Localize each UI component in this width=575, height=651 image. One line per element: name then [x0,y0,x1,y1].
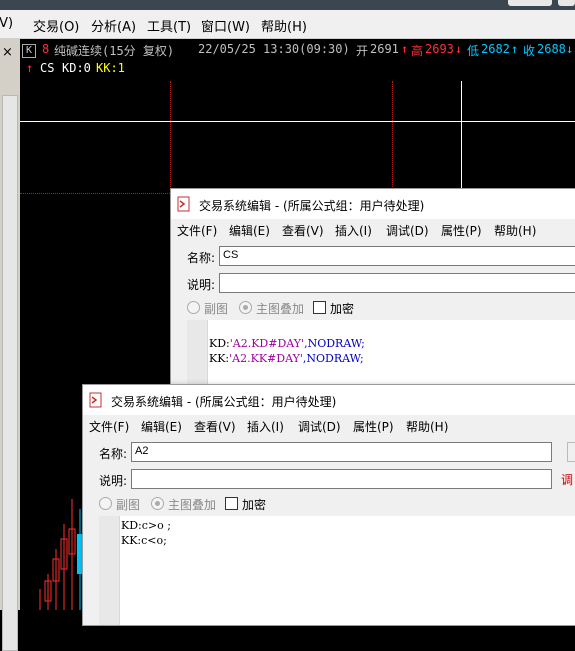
name-field[interactable]: A2 [131,442,552,462]
main-overlay-option[interactable]: 主图叠加 [239,300,304,317]
low-label: 低 [467,44,480,58]
radio-selected-icon [151,497,164,510]
indicator-name: CS [40,61,55,75]
menu-properties[interactable]: 属性(P) [441,222,482,239]
open-value: 2691 [370,42,399,56]
main-overlay-label: 主图叠加 [168,498,217,512]
up-arrow-icon: ↑ [401,42,409,56]
menu-insert[interactable]: 插入(I) [335,222,372,239]
close-label: 收 [523,44,536,58]
trading-system-editor-back: 交易系统编辑 - (所属公式组：用户待处理) 文件(F) 编辑(E) 查看(V)… [170,188,575,400]
radio-icon [99,497,112,510]
menu-help[interactable]: 帮助(H) [494,222,536,239]
menu-help[interactable]: 帮助(H) [261,16,307,35]
menu-analysis[interactable]: 分析(A) [91,16,136,35]
side-button[interactable] [567,442,575,462]
menu-debug[interactable]: 调试(D) [386,222,429,239]
chart-datetime: 22/05/25 13:30(09:30) [198,42,350,56]
menu-debug[interactable]: 调试(D) [298,418,341,435]
maximize-button[interactable] [558,0,575,6]
editor-gutter [99,516,120,625]
high-value: 2693 [425,42,454,56]
menu-properties[interactable]: 属性(P) [353,418,394,435]
indicator-kd: KD:0 [62,61,91,75]
up-arrow-icon: ↑ [511,42,519,56]
formula-editor[interactable]: KD:c>o ; KK:c<o; [99,516,575,625]
encrypt-label: 加密 [330,302,355,316]
name-label: 名称: [99,447,128,461]
trading-system-editor-front: 交易系统编辑 - (所属公式组：用户待处理) 文件(F) 编辑(E) 查看(V)… [82,384,575,626]
dialog-menubar: 文件(F) 编辑(E) 查看(V) 插入(I) 调试(D) 属性(P) 帮助(H… [83,415,575,437]
low-value: 2682 [481,42,510,56]
subchart-option[interactable]: 副图 [99,496,140,513]
symbol-name: 纯碱连续(15分 复权) [54,44,175,58]
dialog-menubar: 文件(F) 编辑(E) 查看(V) 插入(I) 调试(D) 属性(P) 帮助(H… [171,219,575,241]
menu-view[interactable]: (V) [0,16,13,31]
menu-view[interactable]: 查看(V) [282,222,324,239]
left-panel-list[interactable] [2,95,18,651]
menu-window[interactable]: 窗口(W) [201,16,250,35]
menu-trade[interactable]: 交易(O) [33,16,79,35]
checkbox-icon [313,301,326,314]
menu-insert[interactable]: 插入(I) [247,418,284,435]
formula-editor-icon [89,392,102,408]
chart-marker: 8 [42,42,50,56]
minimize-button[interactable] [508,0,552,6]
close-icon[interactable]: × [2,45,13,60]
dialog-titlebar[interactable]: 交易系统编辑 - (所属公式组：用户待处理) [83,385,575,415]
code-line: KD:c>o ; [121,519,171,532]
candlestick-series [39,499,83,610]
formula-editor-icon [177,196,190,212]
dialog-title: 交易系统编辑 - (所属公式组：用户待处理) [111,395,337,409]
dialog-title: 交易系统编辑 - (所属公式组：用户待处理) [199,199,425,213]
code-line: KK:'A2.KK#DAY',NODRAW; [209,352,364,365]
grid-line [170,81,171,191]
subchart-label: 副图 [204,302,229,316]
menu-file[interactable]: 文件(F) [89,418,129,435]
main-menubar: (V) 交易(O) 分析(A) 工具(T) 窗口(W) 帮助(H) [0,10,575,39]
menu-edit[interactable]: 编辑(E) [141,418,182,435]
description-field[interactable] [219,273,575,293]
left-panel: × [0,39,20,651]
radio-selected-icon [239,301,252,314]
crosshair-horizontal [20,121,575,122]
menu-edit[interactable]: 编辑(E) [229,222,270,239]
radio-icon [187,301,200,314]
encrypt-label: 加密 [242,498,267,512]
code-line: KD:'A2.KD#DAY',NODRAW; [209,337,365,350]
dialog-titlebar[interactable]: 交易系统编辑 - (所属公式组：用户待处理) [171,189,575,219]
debug-hint[interactable]: 调 [561,471,573,488]
menu-file[interactable]: 文件(F) [177,222,217,239]
main-overlay-option[interactable]: 主图叠加 [151,496,216,513]
description-field[interactable] [131,469,552,489]
down-arrow-icon: ↓ [455,42,463,56]
indicator-arrow-icon: ↑ [26,61,34,75]
checkbox-icon [225,497,238,510]
k-toggle-button[interactable]: K [22,44,36,58]
encrypt-option[interactable]: 加密 [225,496,266,513]
name-field[interactable]: CS [219,246,575,266]
indicator-kk: KK:1 [96,61,125,75]
high-label: 高 [411,44,424,58]
window-titlebar [0,0,575,10]
close-value: 2688 [537,42,566,56]
subchart-label: 副图 [116,498,141,512]
menu-help[interactable]: 帮助(H) [406,418,448,435]
name-label: 名称: [187,251,216,265]
grid-line [20,193,170,194]
menu-tools[interactable]: 工具(T) [147,16,191,35]
subchart-option[interactable]: 副图 [187,300,228,317]
main-overlay-label: 主图叠加 [256,302,305,316]
down-arrow-icon: ↓ [566,42,574,56]
encrypt-option[interactable]: 加密 [313,300,354,317]
grid-line [392,81,393,191]
code-line: KK:c<o; [121,534,167,547]
description-label: 说明: [187,278,216,292]
open-label: 开 [356,44,369,58]
menu-view[interactable]: 查看(V) [194,418,236,435]
description-label: 说明: [99,474,128,488]
